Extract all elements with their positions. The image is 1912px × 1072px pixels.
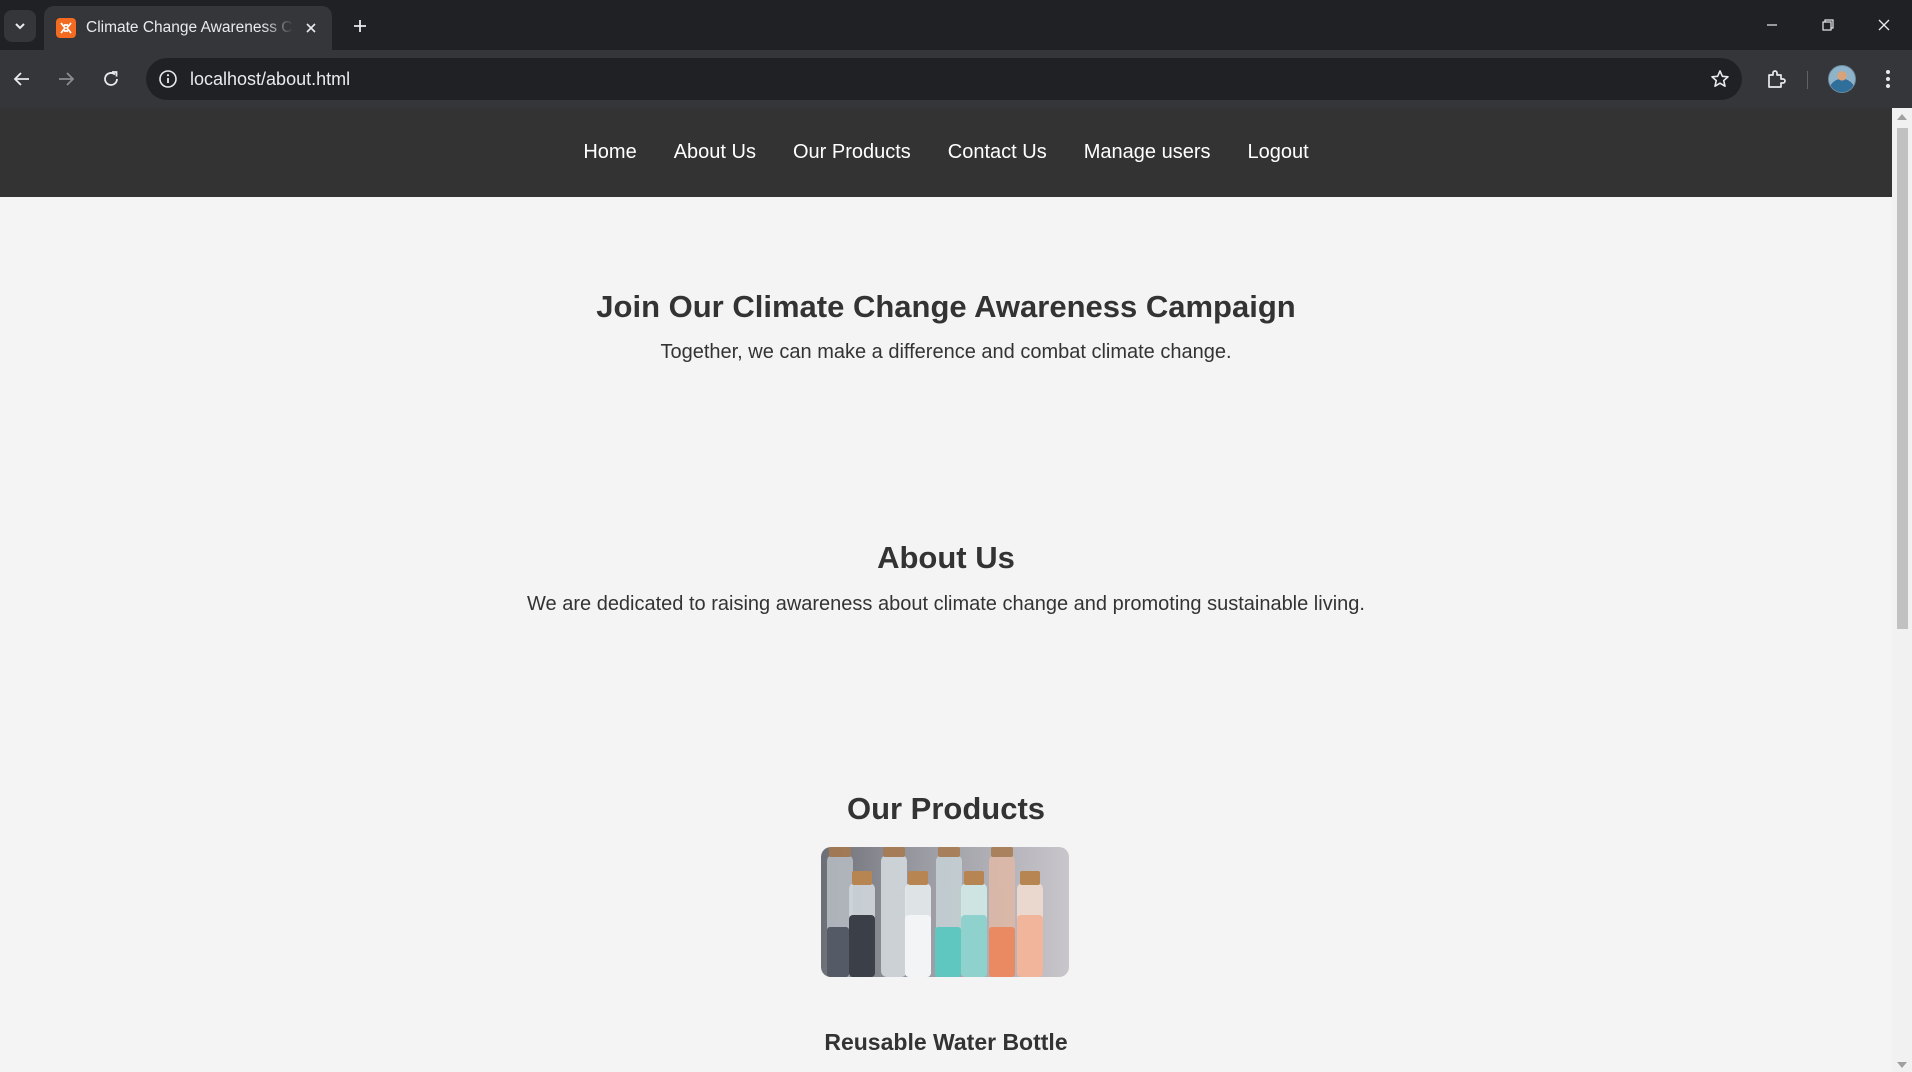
extensions-button[interactable] [1758, 61, 1794, 97]
tab-strip: Climate Change Awareness Campaign [0, 0, 1912, 50]
scroll-down-arrow-icon[interactable] [1897, 1062, 1907, 1068]
close-window-button[interactable] [1856, 0, 1912, 50]
close-icon [1878, 19, 1890, 31]
forward-button[interactable] [48, 61, 84, 97]
back-button[interactable] [4, 61, 40, 97]
more-vertical-icon [1886, 70, 1890, 88]
arrow-right-icon [59, 72, 75, 86]
nav-link-manage-users[interactable]: Manage users [1065, 141, 1229, 164]
reload-button[interactable] [93, 61, 129, 97]
chevron-down-icon [15, 23, 25, 30]
address-bar[interactable]: localhost/about.html [146, 58, 1742, 100]
browser-toolbar: localhost/about.html [0, 50, 1912, 108]
nav-link-home[interactable]: Home [565, 141, 655, 164]
restore-button[interactable] [1800, 0, 1856, 50]
tab-search-button[interactable] [4, 10, 36, 42]
page-viewport: Home About Us Our Products Contact Us Ma… [0, 108, 1912, 1072]
minimize-button[interactable] [1744, 0, 1800, 50]
hero-text: Together, we can make a difference and c… [660, 341, 1232, 363]
profile-avatar[interactable] [1828, 65, 1856, 93]
minimize-icon [1767, 24, 1777, 26]
xampp-favicon-icon [56, 18, 76, 38]
nav-link-logout[interactable]: Logout [1229, 141, 1327, 164]
about-text: We are dedicated to raising awareness ab… [527, 593, 1365, 615]
tab-title: Climate Change Awareness Campaign [86, 19, 294, 36]
nav-link-contact-us[interactable]: Contact Us [929, 141, 1065, 164]
product-image-water-bottles [821, 847, 1069, 977]
browser-menu-button[interactable] [1870, 61, 1906, 97]
puzzle-icon [1768, 70, 1786, 88]
scrollbar-thumb[interactable] [1897, 128, 1908, 629]
active-tab[interactable]: Climate Change Awareness Campaign [44, 6, 332, 50]
close-icon [306, 23, 316, 33]
hero-title: Join Our Climate Change Awareness Campai… [596, 289, 1296, 324]
site-info-icon[interactable] [156, 67, 180, 91]
page-scrollbar[interactable] [1892, 108, 1912, 1072]
nav-link-about-us[interactable]: About Us [655, 141, 774, 164]
arrow-left-icon [13, 72, 29, 86]
bookmark-star-icon[interactable] [1708, 67, 1732, 91]
product-name: Reusable Water Bottle [824, 1029, 1068, 1055]
products-title: Our Products [846, 791, 1046, 826]
tab-close-button[interactable] [300, 17, 322, 39]
nav-link-our-products[interactable]: Our Products [774, 141, 929, 164]
url-text: localhost/about.html [190, 69, 351, 89]
plus-icon [354, 20, 366, 32]
reload-icon [104, 71, 118, 86]
about-title: About Us [877, 540, 1015, 575]
scroll-up-arrow-icon[interactable] [1897, 114, 1907, 120]
restore-icon [1822, 19, 1834, 31]
site-navigation: Home About Us Our Products Contact Us Ma… [0, 108, 1892, 197]
new-tab-button[interactable] [346, 12, 374, 40]
toolbar-separator [1807, 71, 1808, 89]
